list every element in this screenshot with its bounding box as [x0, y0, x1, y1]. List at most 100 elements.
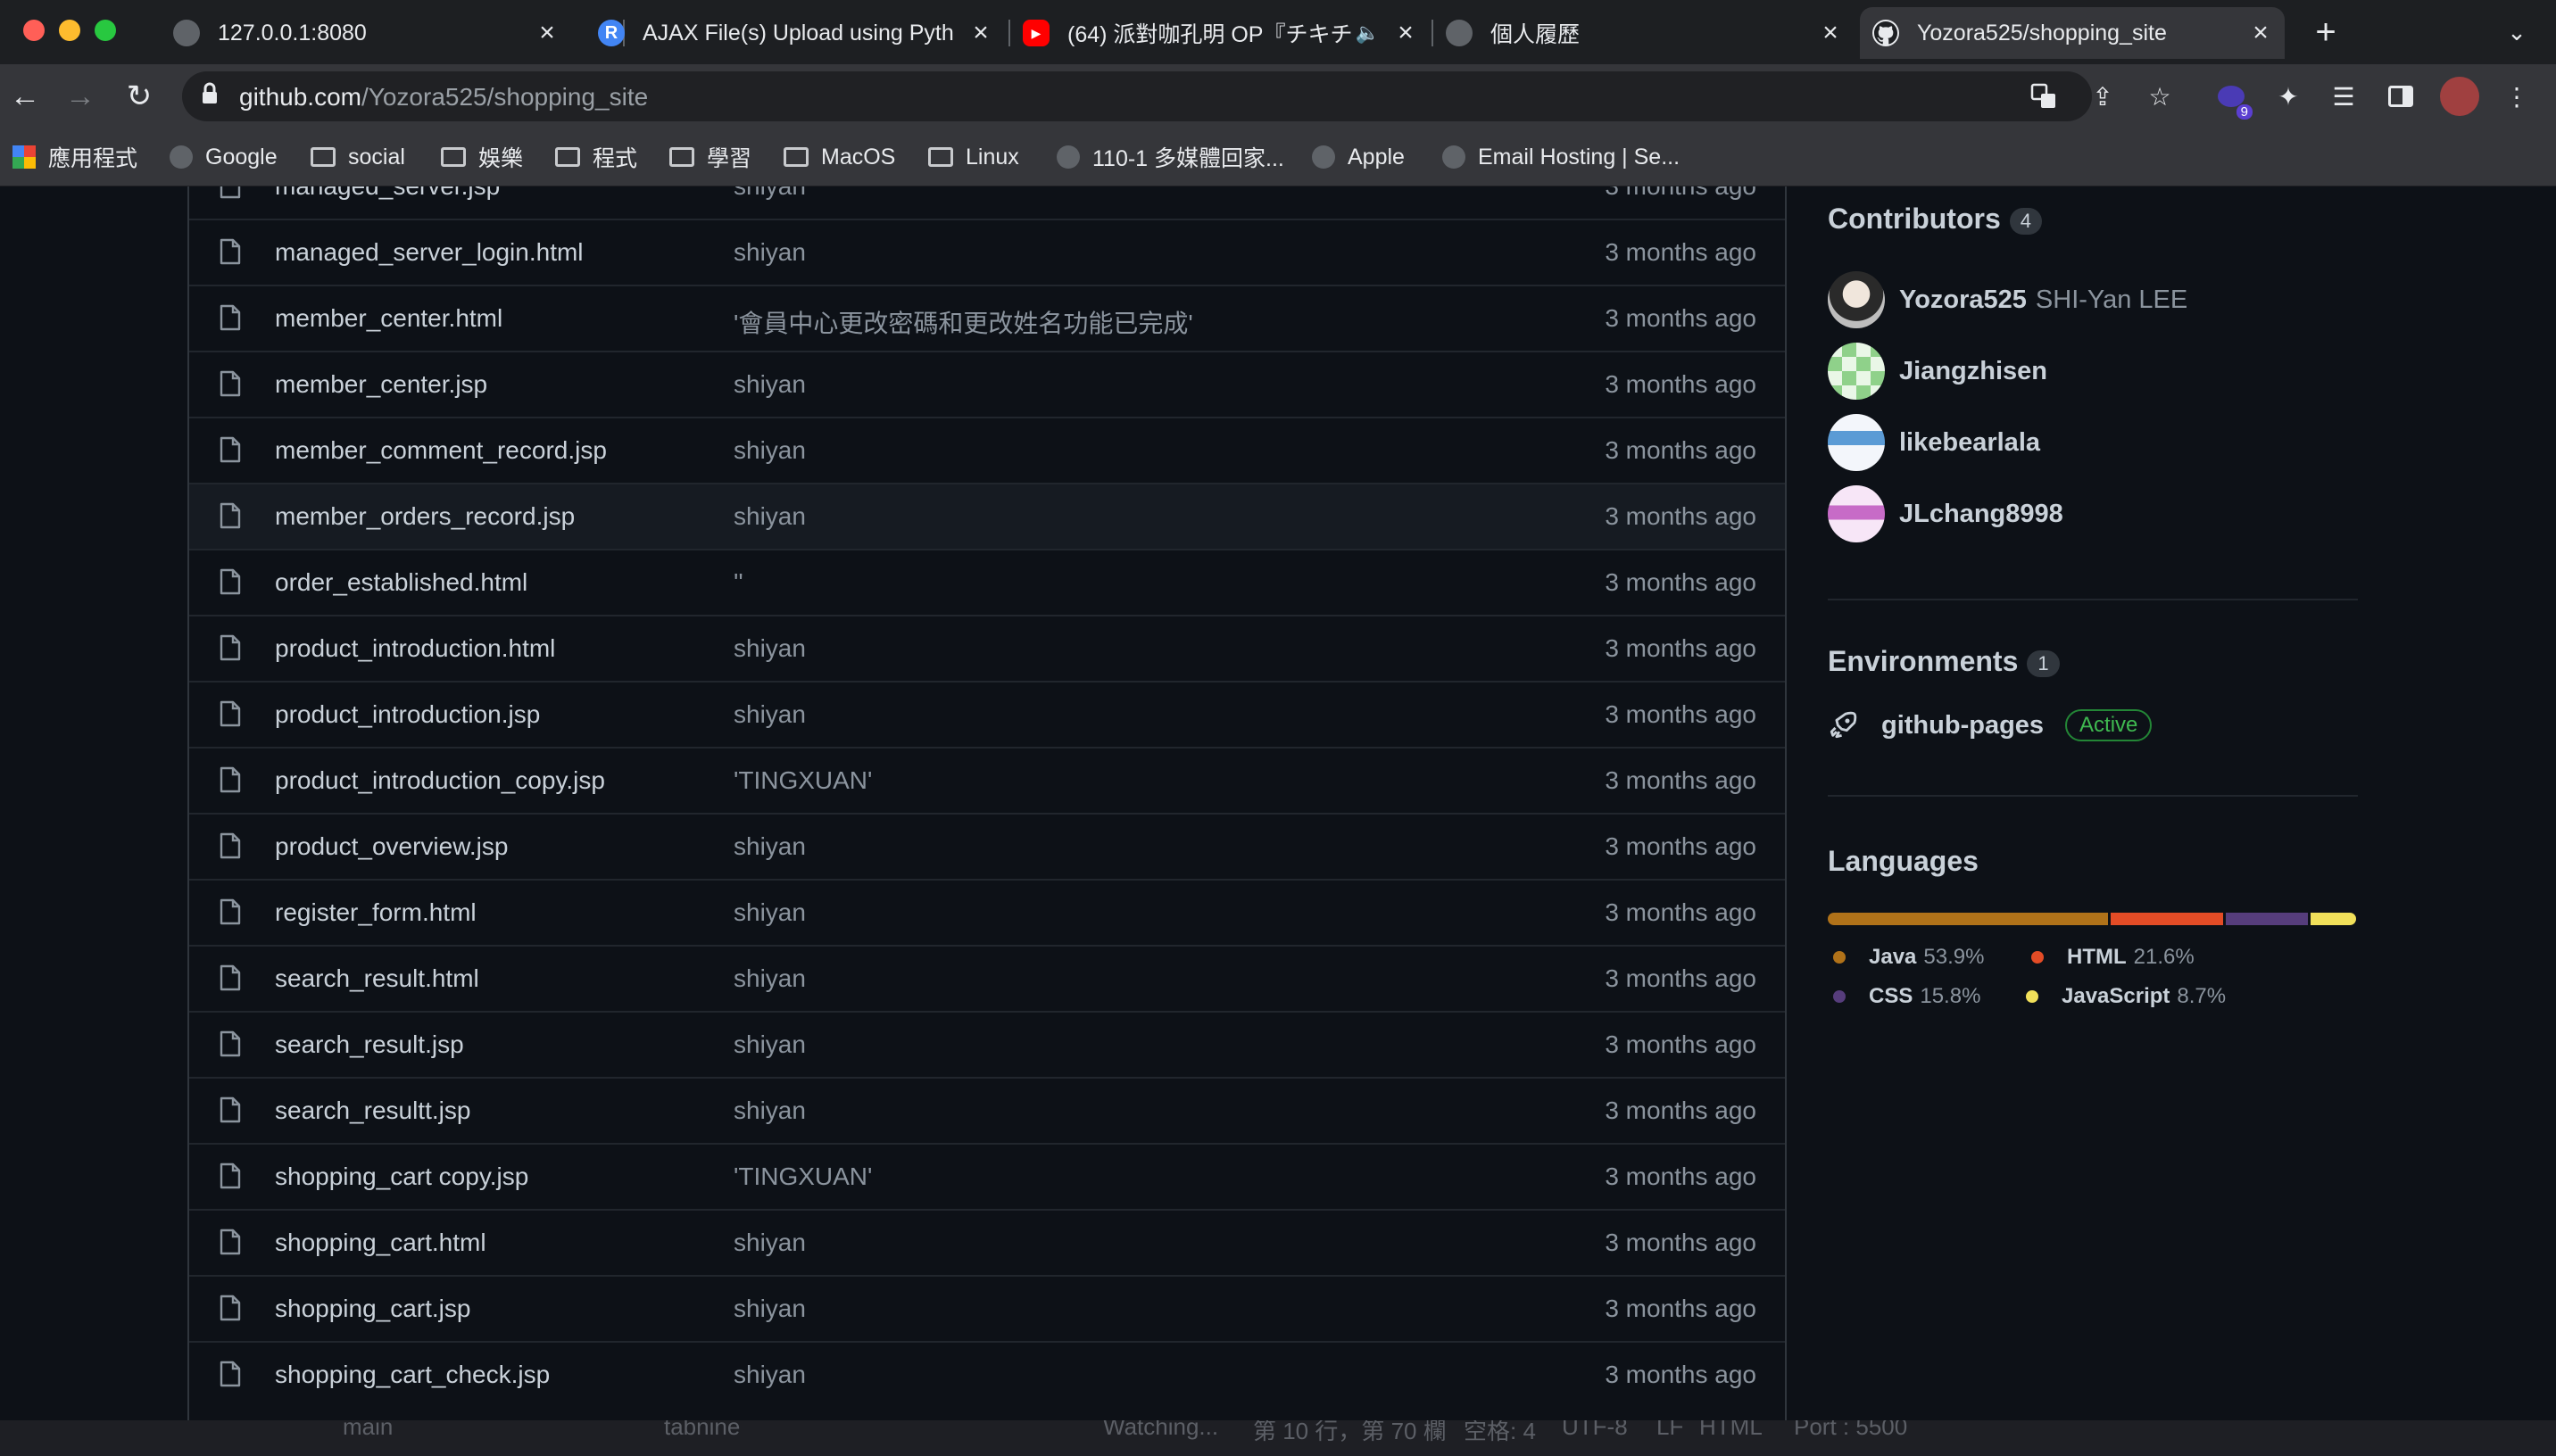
contributors-heading[interactable]: Contributors 4 — [1828, 203, 2042, 236]
bookmark-apps[interactable]: 應用程式 — [12, 139, 137, 175]
table-row[interactable]: search_result.html shiyan 3 months ago — [189, 945, 1785, 1011]
commit-message-link[interactable]: shiyan — [734, 1096, 806, 1125]
file-name-link[interactable]: product_introduction_copy.jsp — [275, 766, 605, 795]
file-name-link[interactable]: register_form.html — [275, 898, 477, 927]
table-row[interactable]: member_center.html '會員中心更改密碼和更改姓名功能已完成' 3 … — [189, 285, 1785, 351]
table-row[interactable]: shopping_cart_check.jsp shiyan 3 months ag… — [189, 1341, 1785, 1407]
close-tab-icon[interactable]: × — [534, 18, 560, 48]
table-row[interactable]: member_orders_record.jsp shiyan 3 months a… — [189, 483, 1785, 549]
table-row[interactable]: search_result.jsp shiyan 3 months ago — [189, 1011, 1785, 1077]
table-row[interactable]: search_resultt.jsp shiyan 3 months ago — [189, 1077, 1785, 1143]
file-name-link[interactable]: shopping_cart.html — [275, 1228, 486, 1257]
file-name-link[interactable]: member_comment_record.jsp — [275, 436, 607, 465]
bookmark-folder-linux[interactable]: Linux — [928, 139, 1019, 175]
bookmark-folder-social[interactable]: social — [311, 139, 405, 175]
commit-message-link[interactable]: shiyan — [734, 1295, 806, 1323]
language-bar-segment[interactable] — [2111, 913, 2224, 925]
new-tab-plus-icon[interactable]: + — [2308, 12, 2344, 52]
file-name-link[interactable]: managed_server.jsp — [275, 186, 500, 201]
browser-tab[interactable]: R AJAX File(s) Upload using Pyth × — [585, 7, 1005, 59]
close-tab-icon[interactable]: × — [1392, 18, 1419, 48]
bookmark-folder-macos[interactable]: MacOS — [784, 139, 895, 175]
language-bar-segment[interactable] — [1828, 913, 2109, 925]
table-row[interactable]: shopping_cart.jsp shiyan 3 months ago — [189, 1275, 1785, 1341]
extension-badge-icon[interactable]: 9 — [2213, 79, 2253, 120]
bookmark-multimedia-homework[interactable]: 110-1 多媒體回家... — [1057, 139, 1284, 175]
language-item-java[interactable]: Java 53.9% — [1833, 945, 1984, 970]
browser-tab[interactable]: 個人履歷 × — [1433, 7, 1855, 59]
bookmark-google[interactable]: Google — [170, 139, 278, 175]
forward-arrow-icon[interactable]: → — [62, 79, 98, 114]
environment-item[interactable]: github-pages Active — [1828, 709, 2153, 741]
table-row[interactable]: shopping_cart.html shiyan 3 months ago — [189, 1209, 1785, 1275]
environments-heading[interactable]: Environments 1 — [1828, 645, 2060, 678]
file-name-link[interactable]: shopping_cart copy.jsp — [275, 1162, 528, 1191]
bookmark-folder-programming[interactable]: 程式 — [555, 139, 637, 175]
reload-icon[interactable]: ↻ — [121, 79, 157, 114]
file-name-link[interactable]: search_result.html — [275, 964, 479, 993]
browser-tab[interactable]: ▶ (64) 派對咖孔明 OP『チキチ 🔈 × — [1010, 7, 1430, 59]
commit-message-link[interactable]: shiyan — [734, 502, 806, 531]
commit-message-link[interactable]: shiyan — [734, 964, 806, 993]
menu-kebab-icon[interactable]: ⋮ — [2499, 79, 2535, 114]
table-row[interactable]: order_established.html '' 3 months ago — [189, 549, 1785, 615]
minimize-window-button[interactable] — [59, 20, 80, 41]
file-name-link[interactable]: member_center.jsp — [275, 370, 487, 399]
commit-message-link[interactable]: shiyan — [734, 1228, 806, 1257]
contributor-item[interactable]: JLchang8998 — [1828, 485, 2063, 542]
table-row[interactable]: register_form.html shiyan 3 months ago — [189, 879, 1785, 945]
share-icon[interactable]: ⇪ — [2085, 79, 2120, 114]
profile-avatar[interactable] — [2440, 77, 2479, 116]
side-panel-icon[interactable] — [2383, 79, 2419, 114]
address-bar[interactable]: github.com/Yozora525/shopping_site ⇪ ☆ — [182, 71, 2171, 121]
table-row[interactable]: managed_server.jsp shiyan 3 months ago — [189, 186, 1785, 219]
file-name-link[interactable]: search_result.jsp — [275, 1030, 464, 1059]
language-item-css[interactable]: CSS 15.8% — [1833, 984, 1980, 1009]
table-row[interactable]: managed_server_login.html shiyan 3 months … — [189, 219, 1785, 285]
commit-message-link[interactable]: '' — [734, 568, 743, 597]
file-name-link[interactable]: product_introduction.html — [275, 634, 555, 663]
close-window-button[interactable] — [23, 20, 45, 41]
table-row[interactable]: product_overview.jsp shiyan 3 months ago — [189, 813, 1785, 879]
commit-message-link[interactable]: 'TINGXUAN' — [734, 766, 872, 795]
bookmark-apple[interactable]: Apple — [1312, 139, 1405, 175]
translate-icon[interactable] — [2026, 79, 2062, 114]
bookmark-folder-study[interactable]: 學習 — [669, 139, 751, 175]
commit-message-link[interactable]: '會員中心更改密碼和更改姓名功能已完成' — [734, 304, 1193, 340]
table-row[interactable]: shopping_cart copy.jsp 'TINGXUAN' 3 months… — [189, 1143, 1785, 1209]
commit-message-link[interactable]: 'TINGXUAN' — [734, 1162, 872, 1191]
file-name-link[interactable]: managed_server_login.html — [275, 238, 584, 267]
commit-message-link[interactable]: shiyan — [734, 634, 806, 663]
file-name-link[interactable]: member_center.html — [275, 304, 502, 333]
commit-message-link[interactable]: shiyan — [734, 370, 806, 399]
commit-message-link[interactable]: shiyan — [734, 1030, 806, 1059]
language-item-html[interactable]: HTML 21.6% — [2031, 945, 2195, 970]
close-tab-icon[interactable]: × — [2247, 18, 2274, 48]
file-name-link[interactable]: shopping_cart_check.jsp — [275, 1361, 550, 1389]
close-tab-icon[interactable]: × — [967, 18, 994, 48]
bookmark-email-hosting[interactable]: Email Hosting | Se... — [1442, 139, 1680, 175]
contributor-item[interactable]: Yozora525 SHI-Yan LEE — [1828, 271, 2187, 328]
commit-message-link[interactable]: shiyan — [734, 238, 806, 267]
table-row[interactable]: member_comment_record.jsp shiyan 3 months … — [189, 417, 1785, 483]
speaker-icon[interactable]: 🔈 — [1356, 21, 1380, 45]
tab-search-chevron-icon[interactable]: ⌄ — [2499, 14, 2535, 50]
file-name-link[interactable]: shopping_cart.jsp — [275, 1295, 470, 1323]
file-name-link[interactable]: search_resultt.jsp — [275, 1096, 470, 1125]
commit-message-link[interactable]: shiyan — [734, 700, 806, 729]
extensions-puzzle-icon[interactable]: ✦ — [2270, 79, 2306, 114]
table-row[interactable]: product_introduction_copy.jsp 'TINGXUAN' 3… — [189, 747, 1785, 813]
media-control-icon[interactable]: ☰ — [2326, 79, 2361, 114]
commit-message-link[interactable]: shiyan — [734, 186, 806, 201]
file-name-link[interactable]: member_orders_record.jsp — [275, 502, 575, 531]
commit-message-link[interactable]: shiyan — [734, 1361, 806, 1389]
bookmark-star-icon[interactable]: ☆ — [2142, 79, 2178, 114]
language-bar-segment[interactable] — [2311, 913, 2356, 925]
commit-message-link[interactable]: shiyan — [734, 436, 806, 465]
file-name-link[interactable]: product_introduction.jsp — [275, 700, 540, 729]
contributor-item[interactable]: Jiangzhisen — [1828, 343, 2047, 400]
maximize-window-button[interactable] — [95, 20, 116, 41]
browser-tab-active[interactable]: Yozora525/shopping_site × — [1860, 7, 2285, 59]
back-arrow-icon[interactable]: ← — [7, 79, 43, 114]
bookmark-folder-entertainment[interactable]: 娛樂 — [441, 139, 523, 175]
